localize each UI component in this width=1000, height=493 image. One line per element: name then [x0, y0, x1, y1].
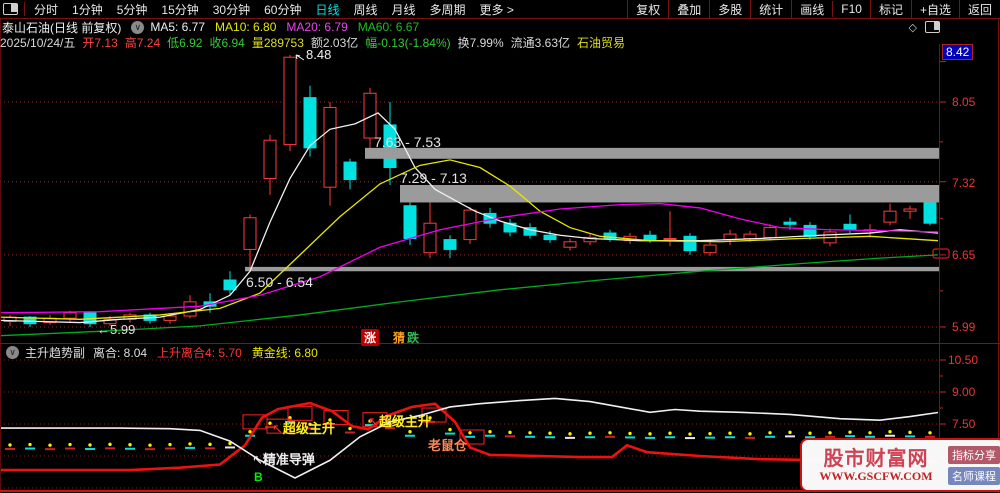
guess-updown-widget: 涨 猜 跌 [361, 329, 419, 346]
ma10-value: MA10: 6.80 [215, 20, 277, 34]
stats-button[interactable]: 统计 [750, 0, 791, 19]
quote-sector[interactable]: 石油贸易 [577, 34, 625, 51]
quote-info-bar: 2025/10/24/五 开7.13 高7.24 低6.92 收6.94 量28… [0, 34, 1000, 51]
tab-monthly[interactable]: 月线 [385, 0, 423, 19]
indicator-value-huangjin: 黄金线: 6.80 [251, 346, 318, 360]
drawline-button[interactable]: 画线 [791, 0, 832, 19]
quote-date: 2025/10/24/五 [0, 35, 76, 50]
arrow-icon: ↖ [368, 414, 379, 429]
tab-multiperiod[interactable]: 多周期 [423, 0, 473, 19]
left-border [0, 0, 1, 493]
tab-5min[interactable]: 5分钟 [110, 0, 155, 19]
indicator-name[interactable]: 主升趋势副 [25, 344, 85, 361]
quote-low: 低6.92 [167, 35, 203, 50]
quote-volume: 量289753 [251, 35, 304, 50]
tab-weekly[interactable]: 周线 [346, 0, 384, 19]
price-chart-canvas [0, 54, 950, 489]
ma20-value: MA20: 6.79 [286, 20, 348, 34]
signal-rat-position: 老鼠仓 [428, 438, 468, 453]
watermark-badges: 指标分享 名师课程 [948, 445, 1000, 485]
guess-up-button[interactable]: 涨 [361, 329, 380, 346]
arrow-icon: ↖ [272, 421, 283, 436]
sub-axis-3: 7.50 [952, 417, 976, 431]
axis-separator [939, 44, 940, 491]
axis-price-2: 7.32 [952, 176, 976, 190]
back-button[interactable]: 返回 [958, 0, 1000, 19]
quote-high: 高7.24 [124, 35, 161, 50]
quote-close: 收6.94 [209, 35, 245, 50]
gap-label-1: 7.63 - 7.53 [374, 134, 441, 150]
period-toolbar: 分时 1分钟 5分钟 15分钟 30分钟 60分钟 日线 周线 月线 多周期 更… [0, 0, 1000, 19]
diamond-icon[interactable]: ◇ [909, 21, 917, 34]
gap-label-3: 6.50 - 6.54 [246, 274, 313, 290]
watermark-site-name: 股市财富网 [823, 447, 929, 470]
tab-daily[interactable]: 日线 [308, 0, 346, 19]
tab-more[interactable]: 更多 > [473, 0, 521, 19]
indicator-chevron-icon[interactable]: ∨ [6, 346, 19, 359]
signal-super-rally-2: ↖超级主升 [368, 414, 431, 429]
mark-button[interactable]: 标记 [869, 0, 911, 19]
split-view-icon[interactable] [925, 21, 940, 33]
watermark-url: WWW.GSCFW.COM [819, 468, 933, 483]
divider [24, 2, 25, 16]
quote-amount: 额2.03亿 [310, 35, 359, 50]
signal-super-rally-1: ↖超级主升 [272, 421, 335, 436]
signal-buy-marker: B [254, 470, 263, 484]
indicator-value-shangsheng: 上升离合4: 5.70 [157, 346, 242, 360]
axis-price-3: 6.65 [952, 248, 976, 262]
watermark-badge-course: 名师课程 [948, 466, 1000, 485]
fuquan-button[interactable]: 复权 [627, 0, 668, 19]
chevron-down-icon[interactable]: ∨ [131, 20, 145, 34]
watermark-badge-indicator: 指标分享 [948, 445, 1000, 464]
watermark-box: 股市财富网 WWW.GSCFW.COM 指标分享 名师课程 [800, 438, 1000, 492]
arrow-icon: ↖ [252, 452, 263, 467]
quote-open: 开7.13 [82, 35, 118, 50]
tab-60min[interactable]: 60分钟 [257, 0, 308, 19]
watermark-text: 股市财富网 WWW.GSCFW.COM [806, 448, 946, 483]
layout-icon[interactable] [3, 3, 18, 15]
multistock-button[interactable]: 多股 [709, 0, 750, 19]
indicator-value-lihe: 离合: 8.04 [93, 346, 148, 360]
sub-axis-2: 9.00 [952, 385, 976, 399]
add-watchlist-button[interactable]: +自选 [910, 0, 959, 19]
guess-label: 猜 [393, 331, 406, 345]
indicator-header: ∨ 主升趋势副 离合: 8.04 上升离合4: 5.70 黄金线: 6.80 [0, 345, 1000, 360]
low-price-label: ←5.99 [97, 322, 136, 337]
tab-30min[interactable]: 30分钟 [206, 0, 257, 19]
overlay-button[interactable]: 叠加 [668, 0, 709, 19]
gap-label-2: 7.29 - 7.13 [400, 170, 467, 186]
signal-precise-missile: ↖精准导弹 [252, 452, 315, 467]
axis-price-1: 8.05 [952, 95, 976, 109]
f10-button[interactable]: F10 [832, 1, 870, 17]
quote-float: 流通3.63亿 [510, 35, 571, 50]
trading-app-window: 分时 1分钟 5分钟 15分钟 30分钟 60分钟 日线 周线 月线 多周期 更… [0, 0, 1000, 493]
tab-fenshi[interactable]: 分时 [27, 0, 65, 19]
quote-turnover: 换7.99% [457, 35, 504, 50]
pane-divider [0, 343, 1000, 344]
tab-1min[interactable]: 1分钟 [65, 0, 110, 19]
quote-change: 幅-0.13(-1.84%) [365, 35, 451, 50]
tab-15min[interactable]: 15分钟 [154, 0, 205, 19]
guess-down-button[interactable]: 跌 [407, 329, 419, 346]
ma60-value: MA60: 6.67 [357, 20, 420, 34]
ma5-value: MA5: 6.77 [150, 20, 206, 34]
axis-price-4: 5.99 [952, 320, 976, 334]
